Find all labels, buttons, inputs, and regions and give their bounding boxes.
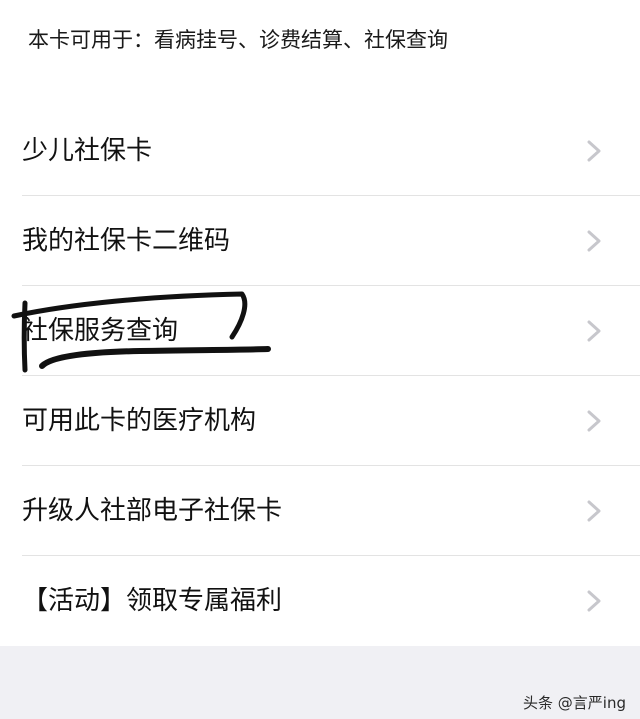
- chevron-right-icon: [586, 140, 602, 162]
- menu-item-medical-institutions[interactable]: 可用此卡的医疗机构: [22, 376, 640, 466]
- service-menu: 少儿社保卡 我的社保卡二维码 社保服务查询 可用此卡的医疗机构 升级人社部电子社…: [22, 106, 640, 646]
- menu-item-service-query[interactable]: 社保服务查询: [22, 286, 640, 376]
- menu-item-label: 【活动】领取专属福利: [22, 586, 283, 616]
- card-usage-notice: 本卡可用于：看病挂号、诊费结算、社保查询: [28, 28, 448, 52]
- menu-item-label: 升级人社部电子社保卡: [22, 496, 283, 526]
- menu-item-activity-benefits[interactable]: 【活动】领取专属福利: [22, 556, 640, 646]
- watermark-text: 头条 @言严ing: [523, 694, 626, 712]
- menu-item-label: 可用此卡的医疗机构: [22, 406, 257, 436]
- chevron-right-icon: [586, 500, 602, 522]
- chevron-right-icon: [586, 590, 602, 612]
- chevron-right-icon: [586, 320, 602, 342]
- chevron-right-icon: [586, 410, 602, 432]
- chevron-right-icon: [586, 230, 602, 252]
- menu-item-label: 我的社保卡二维码: [22, 226, 231, 256]
- menu-item-qr-code[interactable]: 我的社保卡二维码: [22, 196, 640, 286]
- menu-item-label: 社保服务查询: [22, 316, 179, 346]
- menu-item-children-card[interactable]: 少儿社保卡: [22, 106, 640, 196]
- menu-item-label: 少儿社保卡: [22, 136, 153, 166]
- menu-item-upgrade-electronic-card[interactable]: 升级人社部电子社保卡: [22, 466, 640, 556]
